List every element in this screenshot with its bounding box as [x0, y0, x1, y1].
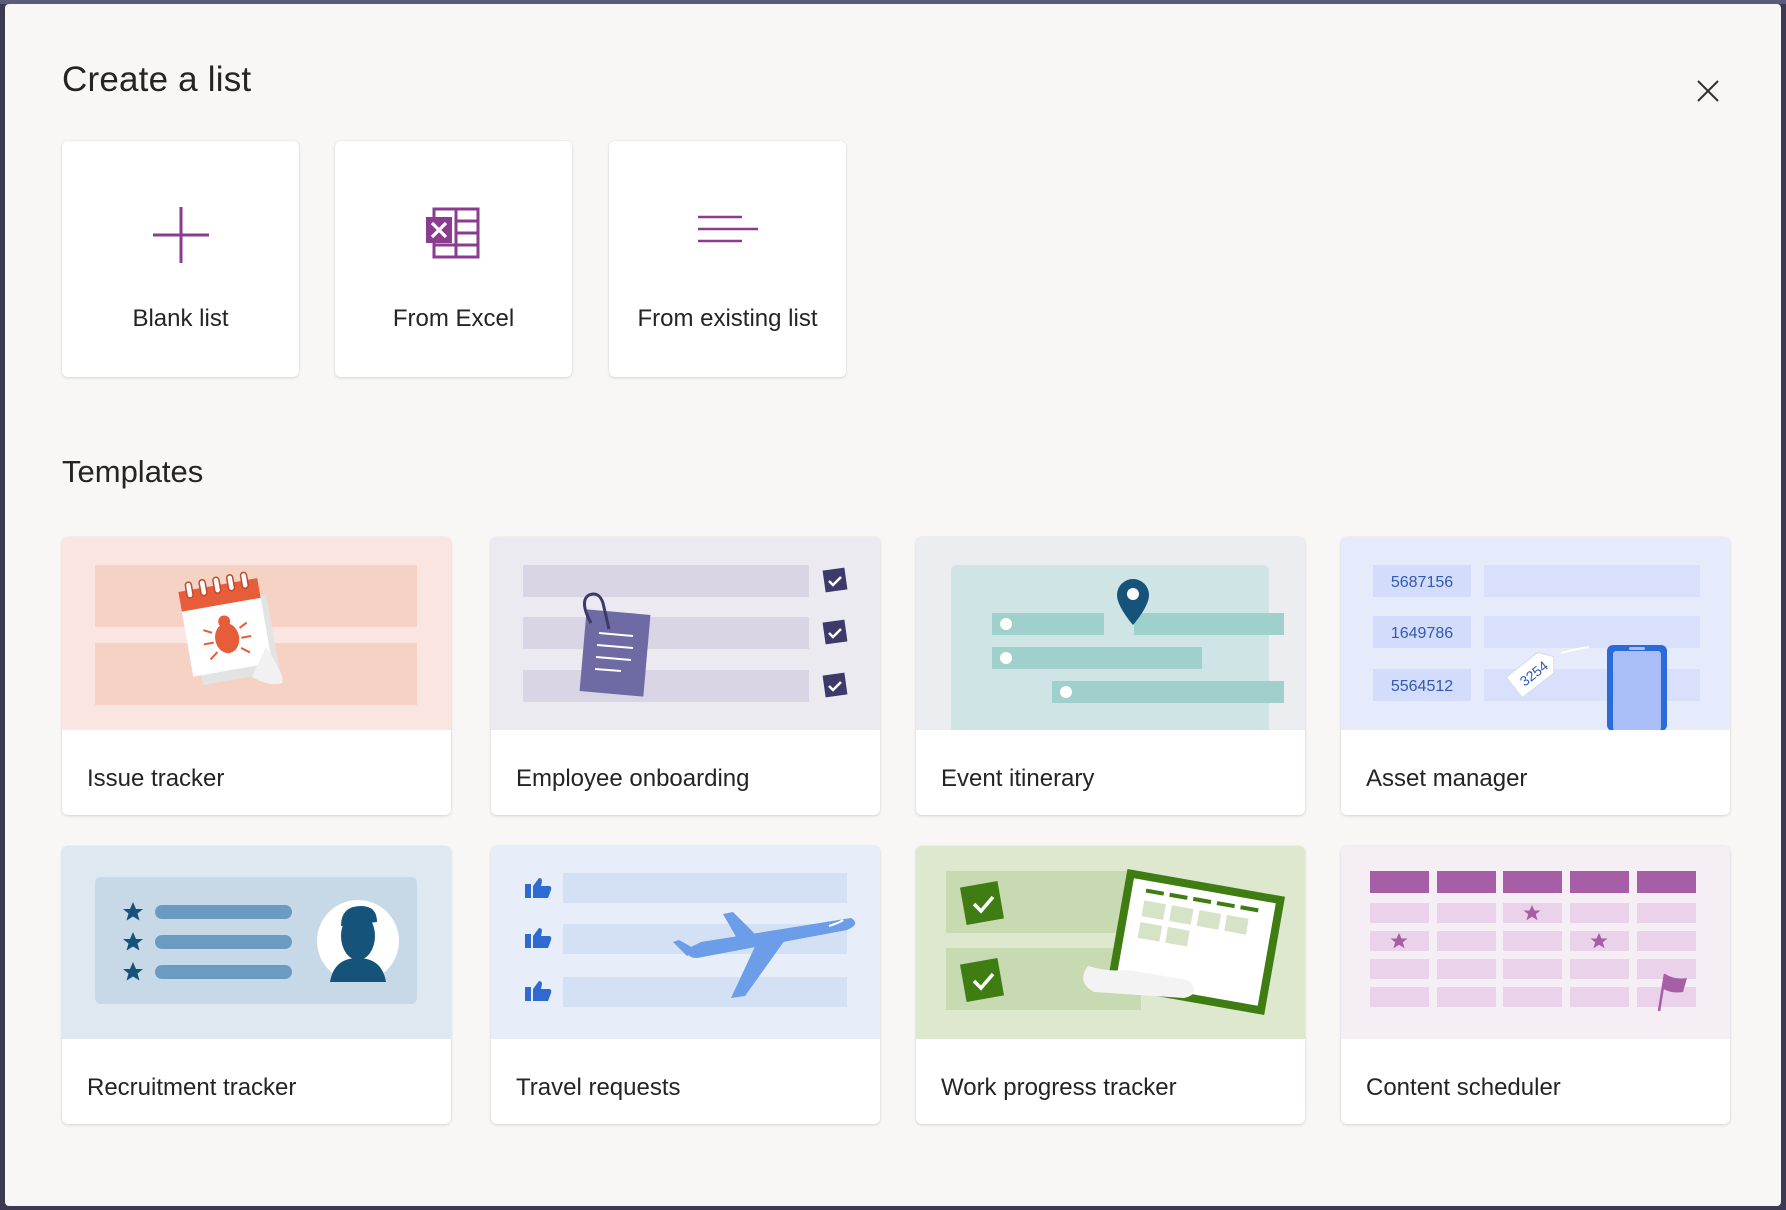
- close-button[interactable]: [1690, 73, 1726, 109]
- clipboard-checklist-illustration: [491, 537, 880, 730]
- plus-icon: [152, 207, 209, 263]
- template-content-scheduler[interactable]: Content scheduler: [1341, 846, 1730, 1124]
- candidate-profile-illustration: [62, 846, 451, 1039]
- template-label: Event itinerary: [941, 765, 1095, 792]
- template-label: Employee onboarding: [516, 765, 750, 792]
- template-label: Content scheduler: [1366, 1074, 1561, 1101]
- blank-list-card[interactable]: Blank list: [62, 141, 299, 377]
- asset-number: 5687156: [1391, 574, 1453, 591]
- template-asset-manager[interactable]: 5687156 1649786 5564512 3254 Asset manag…: [1341, 537, 1730, 815]
- template-recruitment-tracker[interactable]: Recruitment tracker: [62, 846, 451, 1124]
- progress-calendar-illustration: [916, 846, 1305, 1039]
- blank-list-label: Blank list: [132, 305, 229, 332]
- close-icon: [1697, 80, 1719, 102]
- from-excel-card[interactable]: From Excel: [335, 141, 572, 377]
- template-event-itinerary[interactable]: Event itinerary: [916, 537, 1305, 815]
- template-employee-onboarding[interactable]: Employee onboarding: [491, 537, 880, 815]
- dialog-title: Create a list: [62, 60, 252, 99]
- bug-calendar-illustration: [62, 537, 451, 730]
- excel-icon: [425, 207, 479, 259]
- asset-number: 5564512: [1391, 678, 1453, 695]
- airplane-illustration: [491, 846, 880, 1039]
- create-list-dialog: Create a list Blank list From Excel From…: [5, 4, 1781, 1206]
- template-travel-requests[interactable]: Travel requests: [491, 846, 880, 1124]
- map-pin-illustration: [916, 537, 1305, 730]
- from-excel-label: From Excel: [392, 305, 515, 332]
- from-existing-list-card[interactable]: From existing list: [609, 141, 846, 377]
- template-label: Recruitment tracker: [87, 1074, 297, 1101]
- templates-heading: Templates: [62, 454, 204, 489]
- lines-icon: [697, 215, 758, 243]
- template-work-progress-tracker[interactable]: Work progress tracker: [916, 846, 1305, 1124]
- calendar-grid-illustration: [1341, 846, 1730, 1039]
- asset-tag-illustration: 5687156 1649786 5564512 3254: [1341, 537, 1730, 730]
- template-issue-tracker[interactable]: Issue tracker: [62, 537, 451, 815]
- template-label: Asset manager: [1366, 765, 1528, 792]
- template-label: Travel requests: [516, 1074, 681, 1101]
- template-label: Issue tracker: [87, 765, 225, 792]
- from-existing-list-label: From existing list: [637, 305, 818, 332]
- asset-number: 1649786: [1391, 625, 1453, 642]
- template-label: Work progress tracker: [941, 1074, 1177, 1101]
